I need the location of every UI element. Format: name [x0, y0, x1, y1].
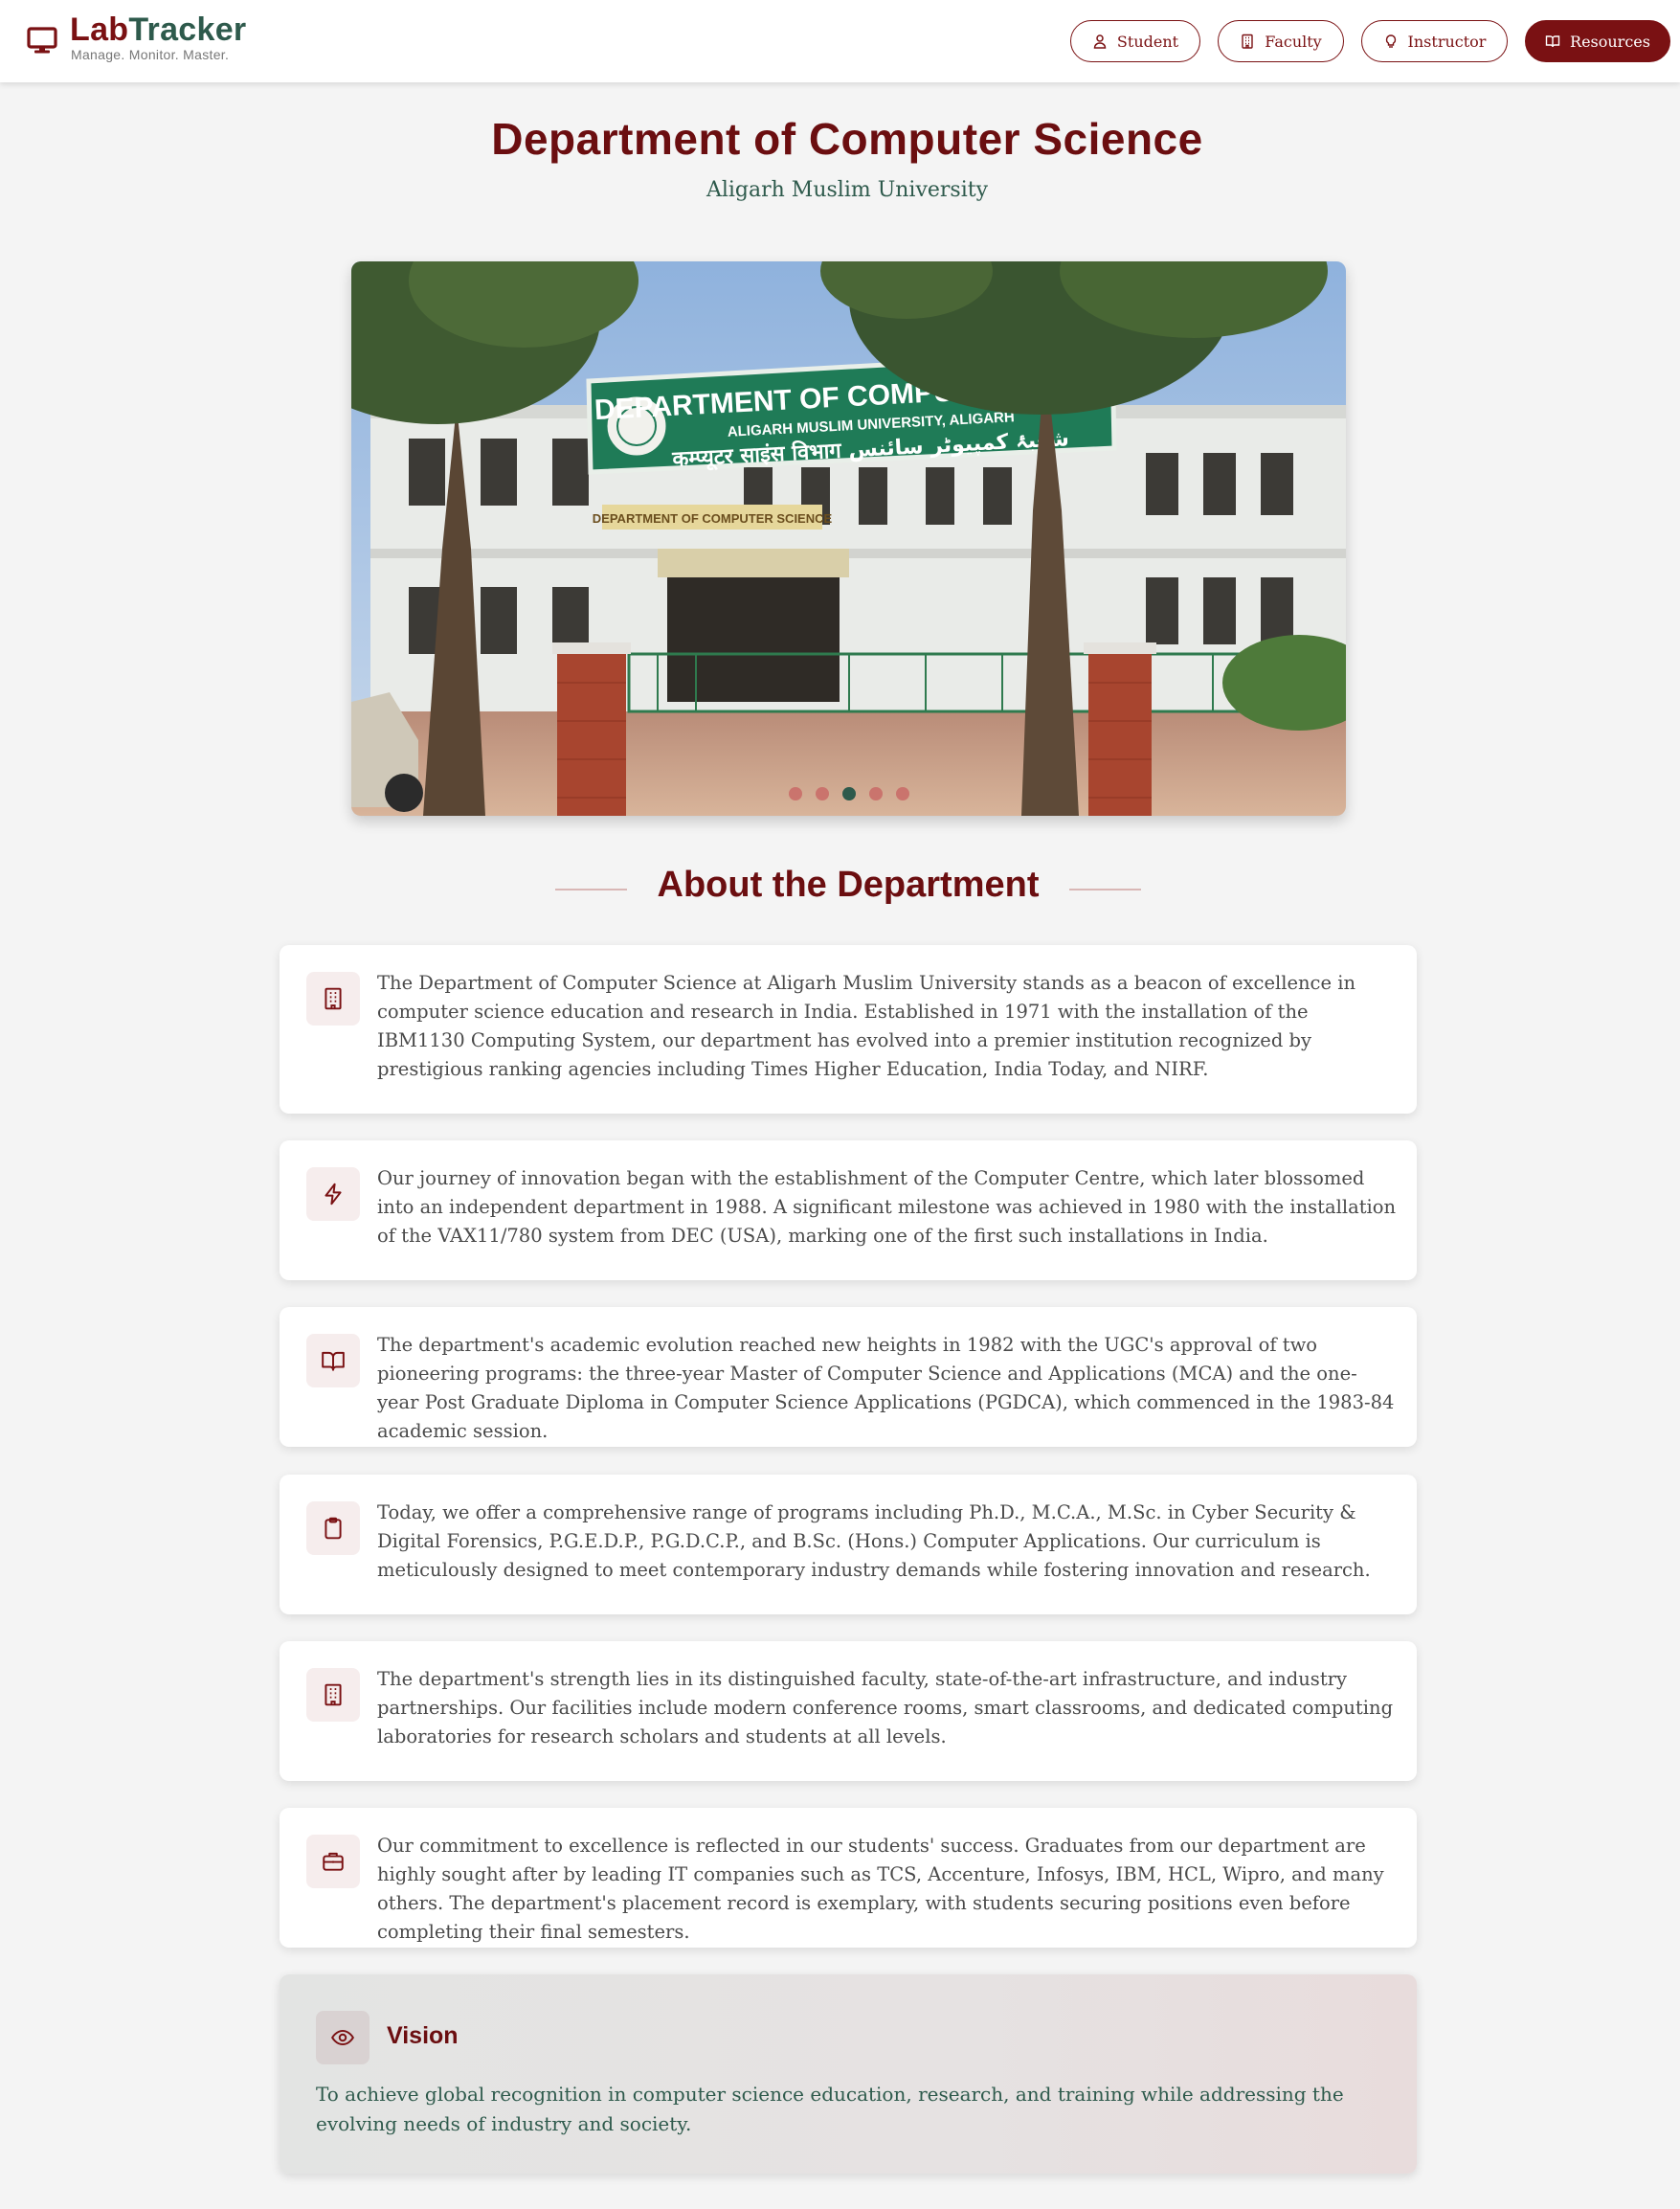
- vision-icon-container: [316, 2011, 370, 2064]
- about-section-title: About the Department: [657, 865, 1040, 905]
- card-text: The department's academic evolution reac…: [377, 1334, 1395, 1442]
- brand-tagline: Manage. Monitor. Master.: [71, 47, 230, 62]
- carousel-dot-3[interactable]: [841, 787, 856, 800]
- card-text: Our journey of innovation began with the…: [377, 1167, 1397, 1247]
- carousel-dot-5[interactable]: [895, 787, 909, 800]
- about-card: The department's strength lies in its di…: [280, 1641, 1417, 1781]
- department-building-photo: DEPARTMENT OF COMPUTER SCIENCE DEPARTMEN…: [351, 261, 1346, 816]
- vision-title: Vision: [387, 2022, 459, 2049]
- card-icon-container: [306, 972, 360, 1026]
- heading-divider-right: [1069, 889, 1141, 890]
- nav-resources-label: Resources: [1570, 32, 1650, 51]
- about-card: The department's academic evolution reac…: [280, 1307, 1417, 1447]
- monitor-icon: [27, 27, 57, 54]
- carousel-dot-2[interactable]: [815, 787, 829, 800]
- nav-faculty-label: Faculty: [1265, 32, 1322, 51]
- lightbulb-icon: [1385, 34, 1396, 48]
- brand-name-part1: Lab: [70, 11, 129, 48]
- nav-faculty-button[interactable]: Faculty: [1218, 20, 1344, 62]
- heading-divider-left: [555, 889, 627, 890]
- card-icon-container: [306, 1835, 360, 1888]
- about-card: Our commitment to excellence is reflecte…: [280, 1808, 1417, 1948]
- vision-card: Vision To achieve global recognition in …: [280, 1974, 1417, 2174]
- about-card: Our journey of innovation began with the…: [280, 1140, 1417, 1280]
- page-subtitle: Aligarh Muslim University: [706, 178, 989, 202]
- user-icon: [1093, 34, 1107, 49]
- book-open-icon: [322, 1351, 345, 1371]
- brand-logo[interactable]: LabTracker: [70, 11, 246, 49]
- building-icon: [1242, 34, 1253, 49]
- lightning-icon: [325, 1183, 342, 1206]
- carousel-dot-1[interactable]: [788, 787, 802, 800]
- card-text: The Department of Computer Science at Al…: [377, 972, 1356, 1080]
- brand-name-part2: Tracker: [128, 11, 247, 48]
- building-icon: [325, 987, 342, 1010]
- carousel-indicators: [351, 787, 1346, 800]
- small-sign-text: DEPARTMENT OF COMPUTER SCIENCE: [593, 511, 833, 526]
- top-navbar: LabTracker Manage. Monitor. Master. Stud…: [0, 0, 1680, 82]
- carousel-dot-4[interactable]: [868, 787, 883, 800]
- nav-student-label: Student: [1116, 32, 1179, 51]
- card-icon-container: [306, 1668, 360, 1722]
- vision-text: To achieve global recognition in compute…: [316, 2083, 1344, 2135]
- nav-instructor-button[interactable]: Instructor: [1361, 20, 1508, 62]
- card-text: Our commitment to excellence is reflecte…: [377, 1835, 1384, 1943]
- book-open-icon: [1545, 35, 1560, 48]
- page-title: Department of Computer Science: [491, 114, 1203, 164]
- card-text: The department's strength lies in its di…: [377, 1668, 1394, 1747]
- clipboard-icon: [325, 1517, 342, 1540]
- briefcase-icon: [323, 1852, 344, 1871]
- card-icon-container: [306, 1167, 360, 1221]
- card-icon-container: [306, 1501, 360, 1555]
- eye-icon: [331, 2029, 354, 2046]
- nav-student-button[interactable]: Student: [1070, 20, 1200, 62]
- about-card: Today, we offer a comprehensive range of…: [280, 1475, 1417, 1614]
- card-icon-container: [306, 1334, 360, 1387]
- building-icon: [325, 1683, 342, 1706]
- nav-instructor-label: Instructor: [1407, 32, 1487, 51]
- card-text: Today, we offer a comprehensive range of…: [377, 1501, 1371, 1581]
- hero-carousel[interactable]: DEPARTMENT OF COMPUTER SCIENCE DEPARTMEN…: [351, 261, 1346, 816]
- nav-resources-button[interactable]: Resources: [1525, 20, 1670, 62]
- about-card: The Department of Computer Science at Al…: [280, 945, 1417, 1114]
